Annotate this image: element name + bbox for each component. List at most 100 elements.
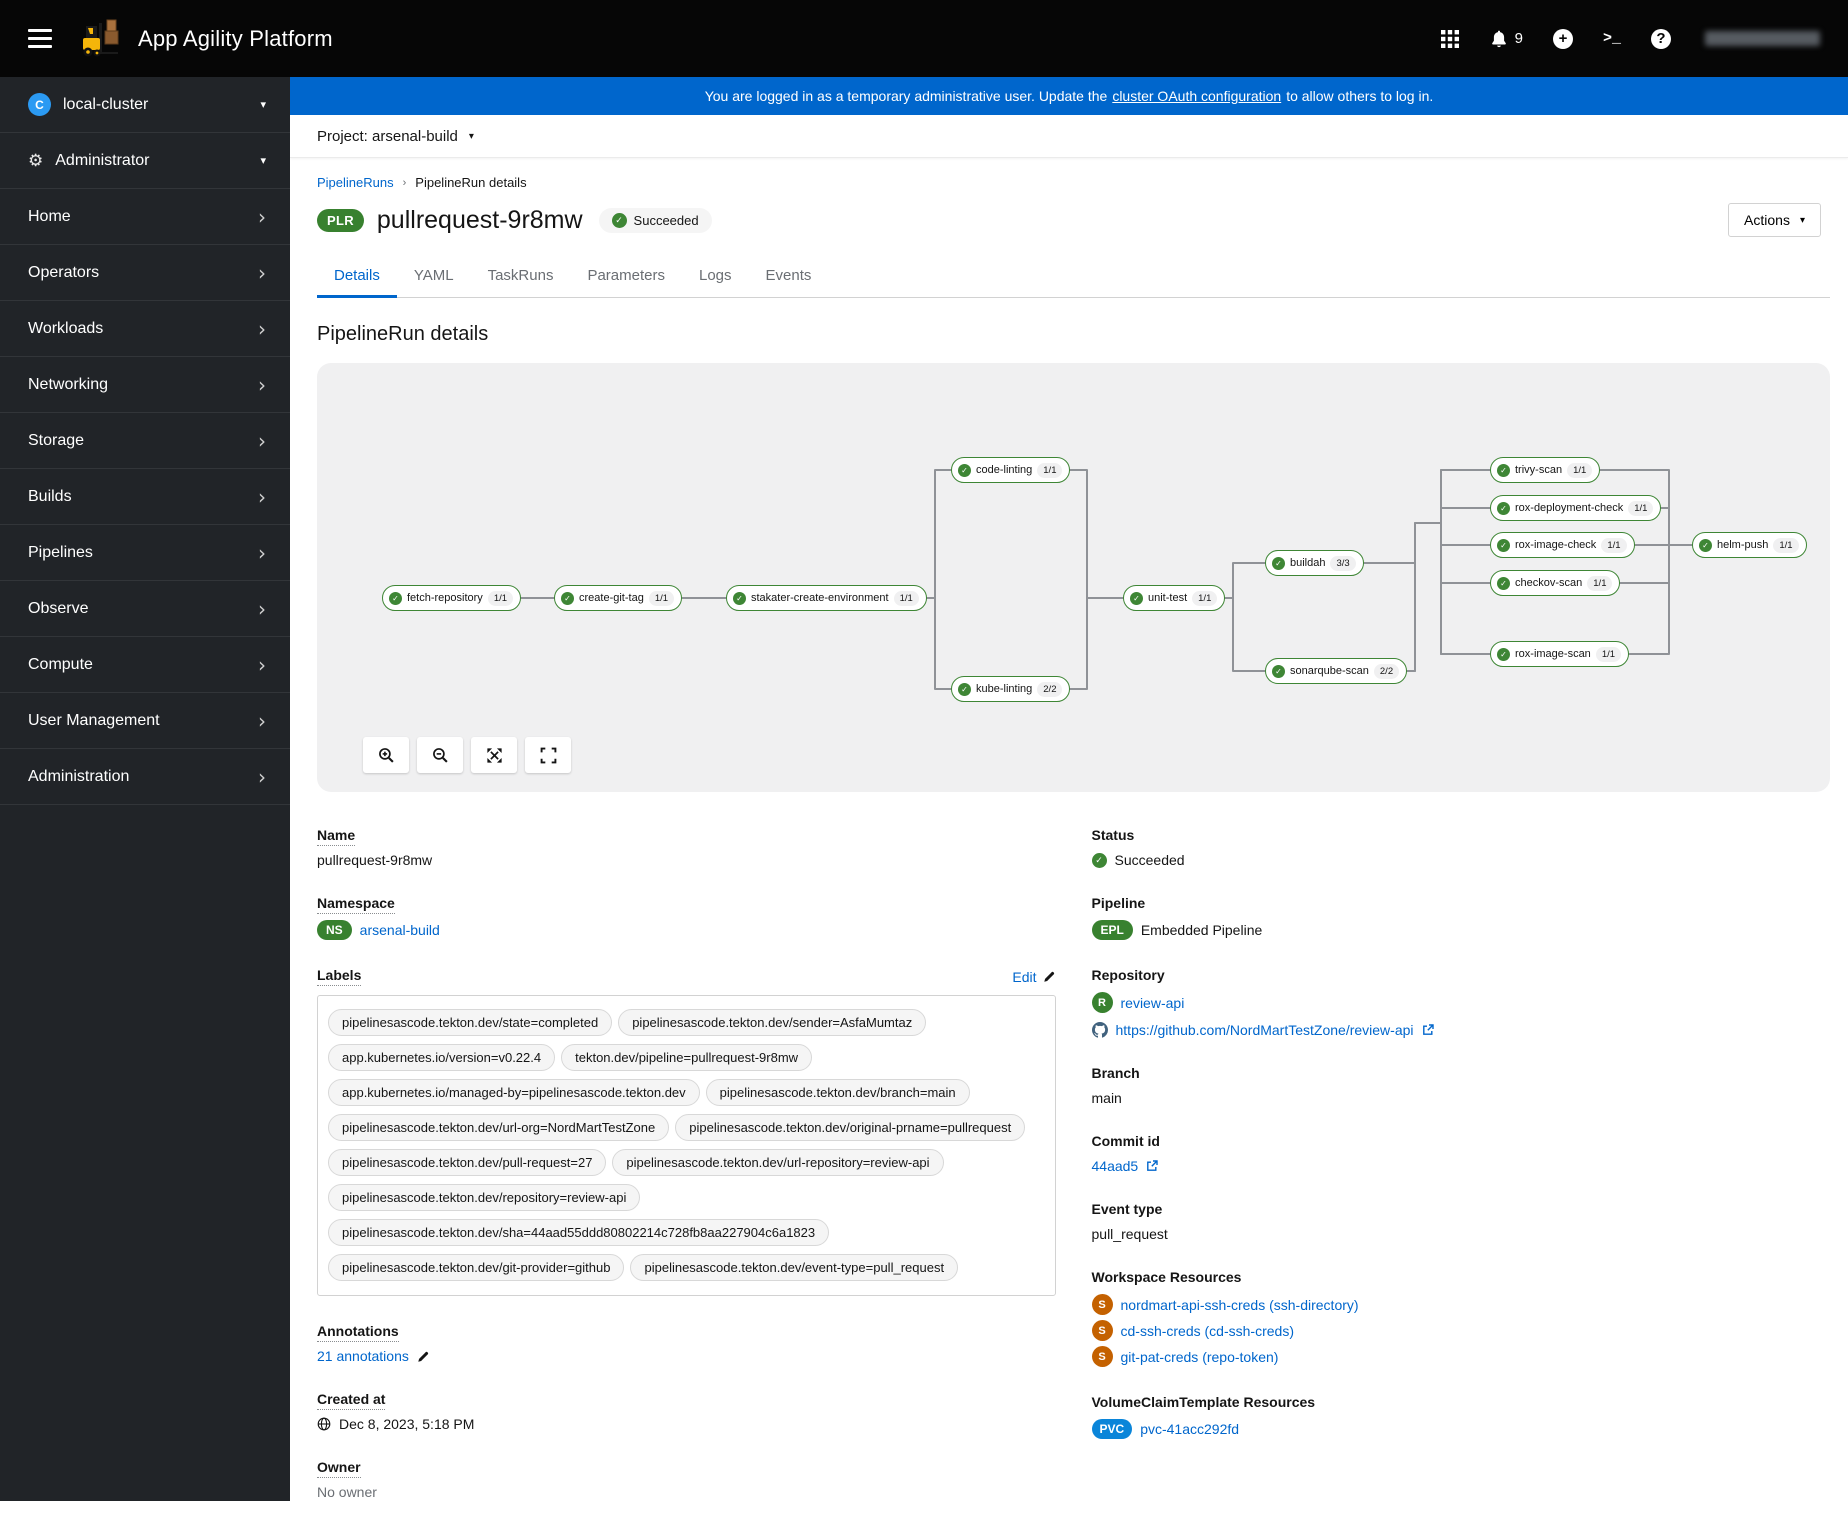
namespace-badge: NS (317, 920, 352, 940)
breadcrumb: PipelineRuns › PipelineRun details (317, 175, 1830, 190)
chevron-right-icon: › (258, 431, 266, 451)
repository-link[interactable]: review-api (1121, 995, 1185, 1011)
task-node-rox-image-check[interactable]: ✓rox-image-check1/1 (1490, 532, 1635, 558)
sidebar-item-label: Compute (28, 656, 93, 674)
task-node-rox-deployment-check[interactable]: ✓rox-deployment-check1/1 (1490, 495, 1661, 521)
task-node-create-git-tag[interactable]: ✓create-git-tag1/1 (554, 585, 682, 611)
check-circle-icon: ✓ (1497, 539, 1510, 552)
chevron-right-icon: › (258, 599, 266, 619)
fit-to-screen-button[interactable] (525, 737, 571, 773)
workspace-resource-row: Sgit-pat-creds (repo-token) (1092, 1346, 1831, 1367)
annotations-link[interactable]: 21 annotations (317, 1348, 409, 1364)
tab-events[interactable]: Events (749, 256, 829, 298)
terminal-icon[interactable]: >_ (1603, 30, 1621, 47)
caret-down-icon: ▾ (260, 98, 266, 111)
task-node-helm-push[interactable]: ✓helm-push1/1 (1692, 532, 1807, 558)
task-node-rox-image-scan[interactable]: ✓rox-image-scan1/1 (1490, 641, 1629, 667)
task-node-stakater-create-environment[interactable]: ✓stakater-create-environment1/1 (726, 585, 927, 611)
task-node-unit-test[interactable]: ✓unit-test1/1 (1123, 585, 1225, 611)
app-launcher-icon[interactable] (1441, 30, 1459, 48)
nav-toggle-button[interactable] (28, 29, 52, 48)
name-field: Name pullrequest-9r8mw (317, 827, 1056, 868)
task-node-sonarqube-scan[interactable]: ✓sonarqube-scan2/2 (1265, 658, 1407, 684)
pipeline-edge (927, 598, 951, 689)
quick-create-plus-icon[interactable]: + (1553, 29, 1573, 49)
workspace-resource-link[interactable]: cd-ssh-creds (cd-ssh-creds) (1121, 1323, 1294, 1339)
pencil-icon (1043, 970, 1056, 983)
task-node-kube-linting[interactable]: ✓kube-linting2/2 (951, 676, 1070, 702)
pipeline-edge (1070, 470, 1123, 598)
check-circle-icon: ✓ (612, 213, 627, 228)
pipeline-edge (1629, 545, 1692, 654)
sidebar-item-compute[interactable]: Compute› (0, 637, 290, 693)
sidebar-nav: C local-cluster ▾ ⚙ Administrator ▾ Home… (0, 77, 290, 1501)
breadcrumb-pipelineruns-link[interactable]: PipelineRuns (317, 175, 394, 190)
oauth-config-link[interactable]: cluster OAuth configuration (1112, 88, 1281, 104)
sidebar-item-administration[interactable]: Administration› (0, 749, 290, 805)
sidebar-item-label: User Management (28, 712, 160, 730)
caret-down-icon: ▾ (1800, 215, 1805, 226)
pvc-link[interactable]: pvc-41acc292fd (1140, 1421, 1239, 1437)
tab-logs[interactable]: Logs (682, 256, 749, 298)
zoom-in-button[interactable] (363, 737, 409, 773)
page-title: pullrequest-9r8mw (377, 206, 583, 235)
user-menu[interactable] (1705, 31, 1820, 46)
project-label: Project: arsenal-build (317, 128, 458, 145)
help-icon[interactable]: ? (1651, 29, 1671, 49)
tab-taskruns[interactable]: TaskRuns (471, 256, 571, 298)
sidebar-item-pipelines[interactable]: Pipelines› (0, 525, 290, 581)
chevron-right-icon: › (258, 767, 266, 787)
section-heading: PipelineRun details (317, 323, 1830, 346)
zoom-out-button[interactable] (417, 737, 463, 773)
chevron-right-icon: › (258, 543, 266, 563)
actions-dropdown-button[interactable]: Actions ▾ (1728, 203, 1821, 237)
cluster-selector[interactable]: C local-cluster ▾ (0, 77, 290, 133)
sidebar-item-storage[interactable]: Storage› (0, 413, 290, 469)
event-type-value: pull_request (1092, 1226, 1168, 1242)
workspace-resource-link[interactable]: git-pat-creds (repo-token) (1121, 1349, 1279, 1365)
task-node-fetch-repository[interactable]: ✓fetch-repository1/1 (382, 585, 521, 611)
label-chip: tekton.dev/pipeline=pullrequest-9r8mw (561, 1044, 812, 1071)
sidebar-item-user-management[interactable]: User Management› (0, 693, 290, 749)
project-bar: Project: arsenal-build ▾ (290, 115, 1848, 158)
cluster-label: local-cluster (63, 96, 148, 114)
namespace-link[interactable]: arsenal-build (360, 922, 440, 938)
task-node-trivy-scan[interactable]: ✓trivy-scan1/1 (1490, 457, 1600, 483)
check-circle-icon: ✓ (1272, 557, 1285, 570)
pipeline-label: Pipeline (1092, 895, 1831, 911)
task-name: helm-push (1717, 539, 1768, 551)
tab-parameters[interactable]: Parameters (570, 256, 682, 298)
tab-details[interactable]: Details (317, 256, 397, 298)
label-chip: app.kubernetes.io/managed-by=pipelinesas… (328, 1079, 700, 1106)
check-circle-icon: ✓ (561, 592, 574, 605)
created-at-field: Created at Dec 8, 2023, 5:18 PM (317, 1391, 1056, 1432)
sidebar-item-home[interactable]: Home› (0, 189, 290, 245)
task-run-count-badge: 1/1 (894, 591, 919, 606)
task-node-checkov-scan[interactable]: ✓checkov-scan1/1 (1490, 570, 1620, 596)
sidebar-item-observe[interactable]: Observe› (0, 581, 290, 637)
repository-badge: R (1092, 992, 1113, 1013)
perspective-switcher[interactable]: ⚙ Administrator ▾ (0, 133, 290, 189)
commit-link[interactable]: 44aad5 (1092, 1158, 1139, 1174)
repository-field: Repository R review-api https://github.c… (1092, 967, 1831, 1038)
sidebar-item-builds[interactable]: Builds› (0, 469, 290, 525)
pencil-icon[interactable] (417, 1350, 430, 1363)
sidebar-item-workloads[interactable]: Workloads› (0, 301, 290, 357)
labels-edit-button[interactable]: Edit (1012, 969, 1055, 985)
workspace-resource-link[interactable]: nordmart-api-ssh-creds (ssh-directory) (1121, 1297, 1359, 1313)
tab-yaml[interactable]: YAML (397, 256, 471, 298)
sidebar-item-networking[interactable]: Networking› (0, 357, 290, 413)
repository-url-link[interactable]: https://github.com/NordMartTestZone/revi… (1116, 1022, 1414, 1038)
notifications-bell-icon[interactable]: 9 (1489, 29, 1523, 49)
namespace-label: Namespace (317, 895, 395, 914)
chevron-right-icon: › (258, 487, 266, 507)
task-run-count-badge: 3/3 (1330, 556, 1355, 571)
project-selector[interactable]: Project: arsenal-build ▾ (317, 128, 474, 145)
task-node-buildah[interactable]: ✓buildah3/3 (1265, 550, 1364, 576)
task-run-count-badge: 2/2 (1374, 664, 1399, 679)
task-node-code-linting[interactable]: ✓code-linting1/1 (951, 457, 1070, 483)
expand-arrows-button[interactable] (471, 737, 517, 773)
cluster-icon: C (28, 93, 51, 116)
chevron-right-icon: › (258, 375, 266, 395)
sidebar-item-operators[interactable]: Operators› (0, 245, 290, 301)
